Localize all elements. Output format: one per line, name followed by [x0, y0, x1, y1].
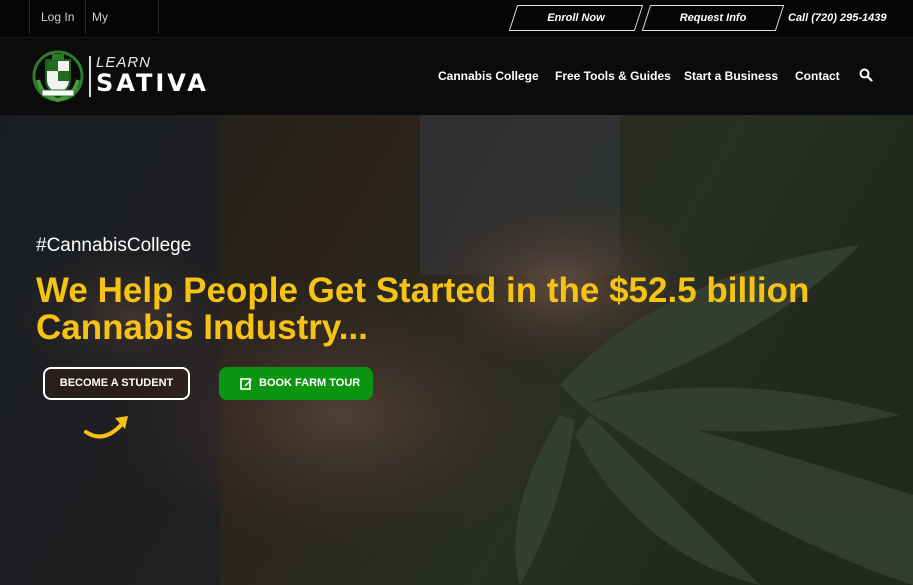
request-info-button[interactable]: Request Info [641, 5, 785, 31]
nav-start-a-business[interactable]: Start a Business [684, 69, 778, 83]
nav-cannabis-college[interactable]: Cannabis College [438, 69, 539, 83]
search-icon[interactable] [859, 68, 873, 82]
login-link[interactable]: Log In [29, 0, 87, 34]
hero-background-image [0, 115, 913, 585]
nav-free-tools-guides[interactable]: Free Tools & Guides [555, 69, 671, 83]
edit-icon [240, 378, 252, 390]
phone-link[interactable]: Call (720) 295-1439 [788, 5, 886, 31]
top-bar: Log In My Account Enroll Now Request Inf… [0, 0, 913, 58]
hero-headline: We Help People Get Started in the $52.5 … [36, 271, 810, 347]
logo-divider [89, 56, 91, 97]
hero-section [0, 115, 913, 585]
hero-hashtag: #CannabisCollege [36, 235, 192, 256]
curved-arrow-icon [84, 416, 128, 439]
enroll-now-button[interactable]: Enroll Now [508, 5, 644, 31]
logo-text-sativa: SATIVA [96, 69, 209, 97]
become-a-student-button[interactable]: BECOME A STUDENT [43, 367, 190, 400]
logo-crest-icon[interactable] [32, 50, 84, 102]
nav-contact[interactable]: Contact [795, 69, 840, 83]
my-account-link[interactable]: My Account [81, 0, 159, 58]
